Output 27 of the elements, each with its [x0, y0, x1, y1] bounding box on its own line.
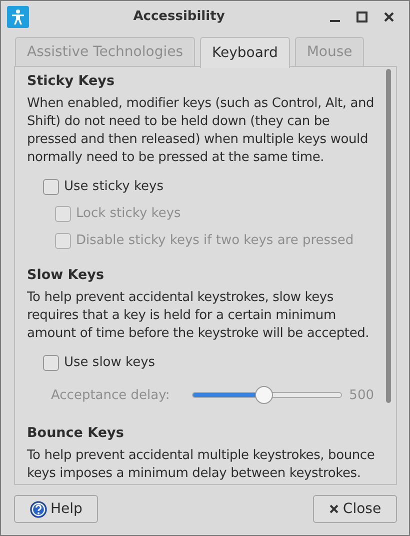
- close-button[interactable]: Close: [313, 495, 397, 523]
- section-description: To help prevent accidental keystrokes, slow keys requires that a key is held for a certain minimum amount of time before the keystroke will be accepted.: [27, 289, 370, 343]
- section-description: To help prevent accidental multiple keystrokes, bounce keys imposes a minimum delay between keystrokes.: [27, 447, 376, 483]
- checkbox-label: Disable sticky keys if two keys are pressed: [76, 233, 354, 248]
- slider-label: Acceptance delay:: [51, 388, 171, 402]
- checkbox-label: Use slow keys: [64, 355, 156, 370]
- section-heading: Bounce Keys: [27, 425, 125, 441]
- delay-slider[interactable]: [192, 386, 342, 404]
- checkbox-label: Lock sticky keys: [76, 206, 181, 221]
- slider-value: 500: [349, 388, 375, 402]
- checkbox-label: Use sticky keys: [64, 179, 164, 194]
- scrollbar-thumb[interactable]: [386, 69, 391, 403]
- close-icon[interactable]: [383, 10, 395, 22]
- section-heading: Sticky Keys: [27, 73, 116, 89]
- help-button[interactable]: Help: [14, 495, 98, 523]
- section-description: When enabled, modifier keys (such as Control, Alt, and Shift) do not need to be held down (they can be pressed and then released) when multiple keys would normally need to be pressed at the same time.: [27, 95, 376, 167]
- accessibility-icon: [7, 6, 29, 28]
- help-icon: [30, 500, 47, 518]
- checkbox-option[interactable]: Use slow keys: [27, 349, 376, 376]
- checkbox-option[interactable]: Use sticky keys: [27, 173, 376, 200]
- tab[interactable]: Keyboard: [200, 37, 290, 68]
- maximize-icon[interactable]: [356, 10, 368, 22]
- checkbox[interactable]: [43, 178, 59, 194]
- window-title: Accessibility: [132, 9, 226, 24]
- checkbox[interactable]: [43, 354, 59, 370]
- section-heading: Slow Keys: [27, 267, 106, 283]
- close-icon: [328, 504, 339, 514]
